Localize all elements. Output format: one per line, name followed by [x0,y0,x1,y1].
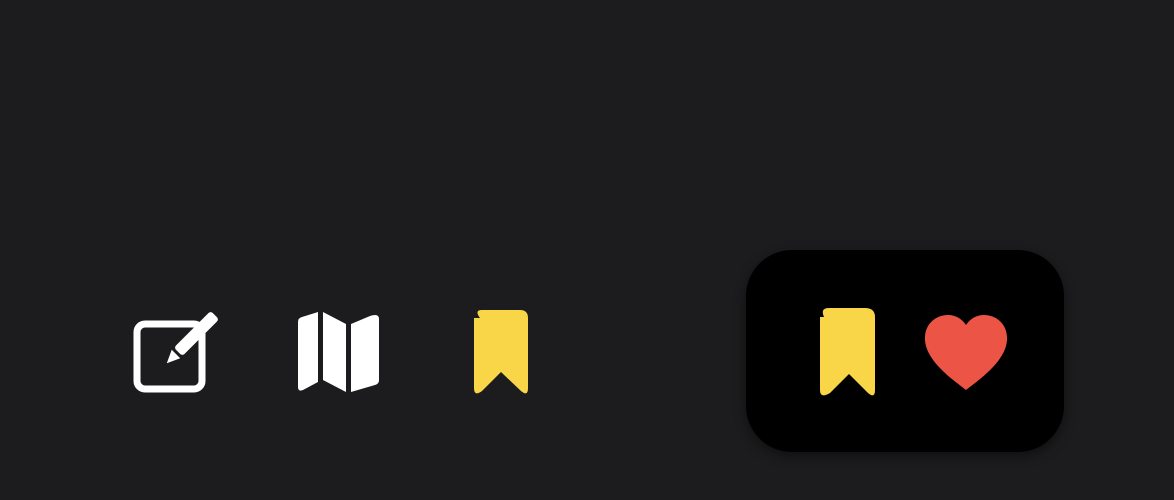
compose-icon [133,312,218,393]
bookmark-icon [820,308,875,396]
popup-bookmark-button[interactable] [802,292,892,410]
popup-heart-button[interactable] [916,292,1016,410]
screen [0,0,1174,500]
bookmark-icon [474,310,528,394]
heart-icon [924,315,1008,390]
reaction-popup [746,250,1064,452]
compose-button[interactable] [126,304,222,400]
bookmark-button[interactable] [453,304,549,400]
map-icon [298,312,379,392]
map-button[interactable] [290,304,386,400]
